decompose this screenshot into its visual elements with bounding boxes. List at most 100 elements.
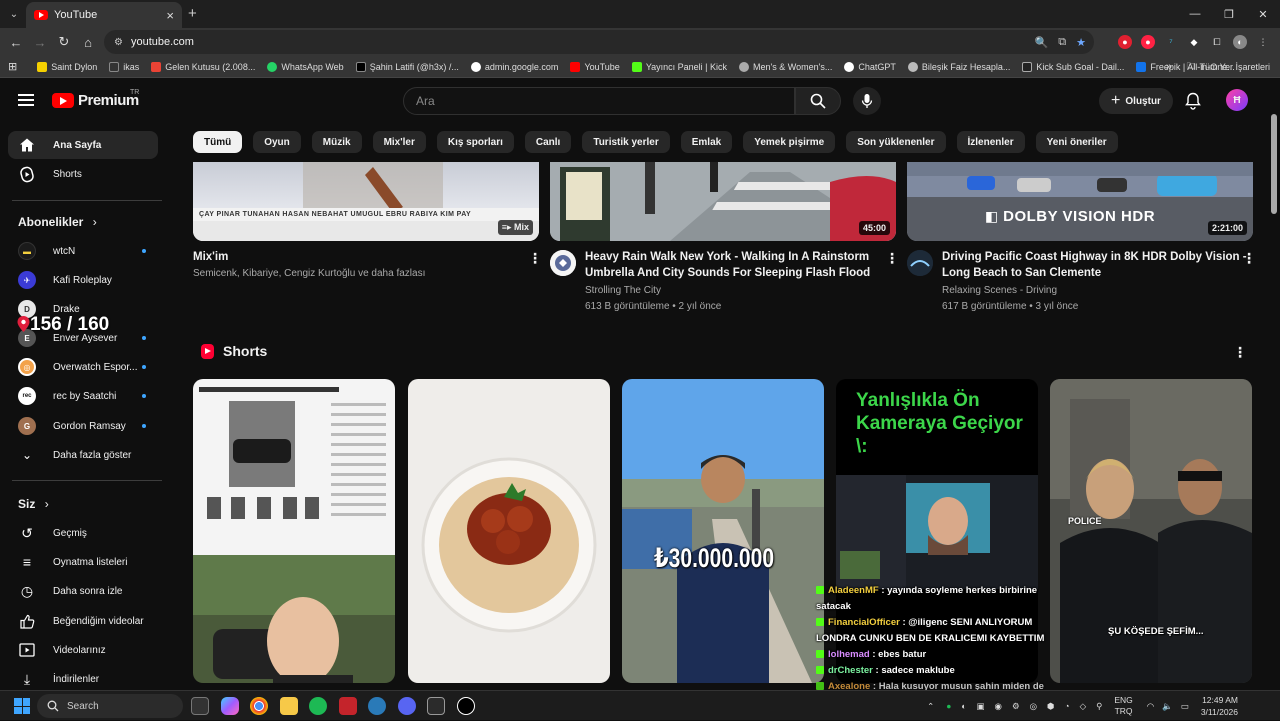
you-heading[interactable]: Siz › [18,497,49,511]
short-item[interactable] [408,379,610,683]
short-item[interactable] [193,379,395,683]
bookmarks-overflow-button[interactable]: » [1166,61,1172,73]
chip[interactable]: İzlenenler [956,131,1025,153]
chip[interactable]: Turistik yerler [582,131,670,153]
account-avatar[interactable]: Ħ [1226,89,1248,111]
tray-app-icon[interactable]: ⚙ [1012,701,1020,712]
menu-hamburger-icon[interactable] [18,94,34,106]
tray-app-icon[interactable]: ⬢ [1047,701,1054,712]
chip[interactable]: Canlı [524,131,572,153]
chip[interactable]: Müzik [311,131,362,153]
video-thumbnail[interactable]: 45:00 [550,162,896,241]
sidebar-item-shorts[interactable]: Shorts [8,160,158,188]
create-button[interactable]: + Oluştur [1099,88,1173,114]
video-channel[interactable]: Semicenk, Kibariye, Cengiz Kurtoğlu ve d… [193,266,425,282]
taskbar-app-icon[interactable] [339,697,357,715]
chip[interactable]: Kış sporları [436,131,514,153]
tab-search-button[interactable]: ⌄ [4,4,24,24]
bookmark-item[interactable]: Şahin Latifi (@h3x) /... [350,61,465,72]
video-title-line2[interactable]: Umbrella And City Sounds For Sleeping Fl… [585,265,870,281]
cast-icon[interactable]: ⧉ [1058,36,1066,49]
chip-all[interactable]: Tümü [193,131,243,153]
video-title[interactable]: Driving Pacific Coast Highway in 8K HDR … [942,249,1247,265]
sidebar-item-subscription[interactable]: ◎ Overwatch Espor... [8,353,158,381]
video-title-line2[interactable]: Long Beach to San Clemente [942,265,1101,281]
file-explorer-icon[interactable] [280,697,298,715]
spotify-icon[interactable] [309,697,327,715]
chip[interactable]: Mix'ler [372,131,426,153]
sidebar-item-subscription[interactable]: ▬ wtcN [8,237,158,265]
url-text[interactable]: youtube.com [131,36,194,48]
tray-app-icon[interactable]: ● [946,701,951,711]
chip[interactable]: Yemek pişirme [743,131,836,153]
sidebar-item-liked-videos[interactable]: Beğendiğim videolar [8,607,158,635]
sidebar-item-your-videos[interactable]: Videolarınız [8,636,158,664]
tray-app-icon[interactable]: ◇ [1080,701,1087,712]
video-thumbnail[interactable]: ◧ DOLBY VISION HDR 2:21:00 [907,162,1253,241]
short-item[interactable]: POLICE ŞU KÖŞEDE ŞEFİM... [1050,379,1252,683]
chip[interactable]: Son yüklenenler [846,131,946,153]
sidebar-item-downloads[interactable]: ⤓ İndirilenler [8,665,158,693]
video-thumbnail[interactable]: ÇAY PINAR TUNAHAN HASAN NEBAHAT UMUGUL E… [193,162,539,241]
volume-icon[interactable]: 🔈 [1162,701,1173,712]
sidebar-show-more[interactable]: ⌄ Daha fazla göster [8,441,158,469]
tray-app-icon[interactable]: ◔ [1064,701,1069,711]
scrollbar-thumb[interactable] [1271,114,1277,214]
taskbar-search[interactable]: Search [37,694,183,718]
subscriptions-heading[interactable]: Abonelikler › [18,215,97,229]
bookmark-item[interactable]: Kick Sub Goal - Dail... [1016,61,1130,72]
youtube-premium-logo[interactable]: Premium [52,92,139,109]
bookmark-item[interactable]: admin.google.com [465,61,565,72]
video-title[interactable]: Heavy Rain Walk New York - Walking In A … [585,249,869,265]
copilot-icon[interactable] [221,697,239,715]
video-channel[interactable]: Strolling The City [585,283,661,299]
bookmark-item[interactable]: Men's & Women's... [733,61,838,72]
zoom-icon[interactable]: 🔍 [1035,36,1049,49]
video-menu-icon[interactable]: ⋮ [885,250,899,267]
home-button[interactable]: ⌂ [76,35,100,50]
sidebar-item-watch-later[interactable]: ◷ Daha sonra izle [8,577,158,605]
notifications-button[interactable] [1185,92,1201,115]
wifi-icon[interactable]: ◠ [1147,701,1154,712]
discord-icon[interactable] [398,697,416,715]
bookmark-item[interactable]: ChatGPT [838,61,902,72]
profile-icon[interactable]: ◐ [1233,35,1247,49]
sidebar-item-subscription[interactable]: ✈ Kafi Roleplay [8,266,158,294]
short-item[interactable]: ₺30.000.000 [622,379,824,683]
browser-tab[interactable]: YouTube × [26,2,182,28]
browser-menu-icon[interactable]: ⋮ [1256,35,1270,49]
tray-app-icon[interactable]: ▣ [977,701,985,712]
chip[interactable]: Emlak [680,131,733,153]
sidebar-item-history[interactable]: ↺ Geçmiş [8,519,158,547]
bookmark-item[interactable]: Bileşik Faiz Hesapla... [902,61,1017,72]
restore-button[interactable]: ❐ [1212,0,1246,28]
extension-drop-icon[interactable]: ● [1141,35,1155,49]
video-title[interactable]: Mix'im [193,249,228,265]
sidebar-item-subscription[interactable]: G Gordon Ramsay [8,412,158,440]
tray-chevron-icon[interactable]: ⌃ [927,701,934,712]
page-scrollbar[interactable] [1268,78,1280,690]
bookmark-star-icon[interactable]: ★ [1076,36,1086,49]
sidebar-item-playlists[interactable]: ≡ Oynatma listeleri [8,548,158,576]
video-menu-icon[interactable]: ⋮ [528,250,542,267]
battery-icon[interactable]: ▭ [1181,701,1189,712]
tray-app-icon[interactable]: ◐ [961,701,966,711]
channel-avatar[interactable] [550,250,576,276]
extension-translate-icon[interactable]: ⁷ [1164,35,1178,49]
chrome-icon[interactable] [250,697,268,715]
sidebar-item-home[interactable]: Ana Sayfa [8,131,158,159]
bookmark-item[interactable]: Yayıncı Paneli | Kick [626,61,733,72]
reload-button[interactable]: ↻ [52,34,76,50]
input-language-indicator[interactable]: ENG TRQ [1114,695,1132,717]
tray-app-icon[interactable]: ⚲ [1096,701,1102,712]
extensions-puzzle-icon[interactable]: ⧠ [1210,35,1224,49]
obs-icon[interactable] [457,697,475,715]
taskbar-clock[interactable]: 12:49 AM 3/11/2026 [1201,694,1280,718]
back-button[interactable]: ← [4,35,28,50]
chip[interactable]: Yeni öneriler [1035,131,1118,153]
tab-close-icon[interactable]: × [166,8,174,23]
tray-app-icon[interactable]: ◎ [1030,701,1037,712]
video-menu-icon[interactable]: ⋮ [1242,250,1256,267]
search-input[interactable]: Ara [403,87,795,115]
all-bookmarks-button[interactable]: 🗀 Tüm Yer İşaretleri [1186,59,1270,75]
